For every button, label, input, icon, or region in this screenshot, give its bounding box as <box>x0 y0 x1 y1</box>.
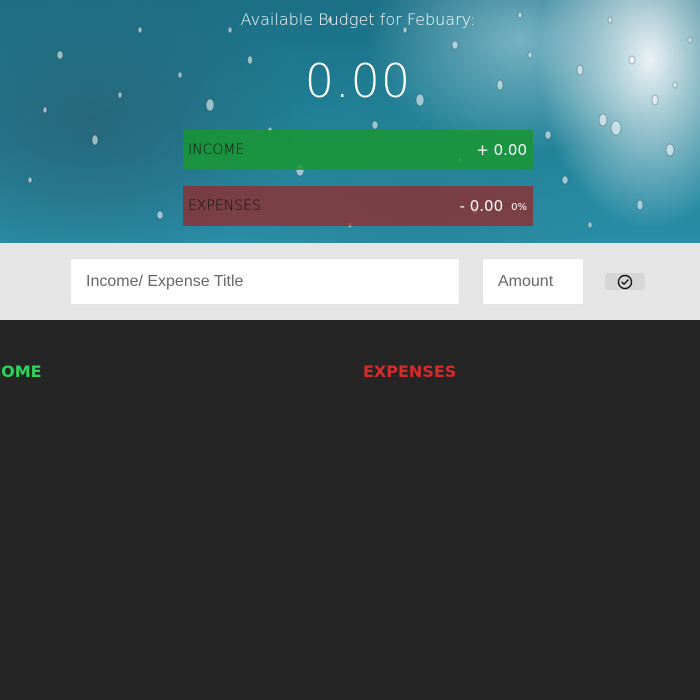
amount-input[interactable] <box>482 258 584 305</box>
title-input[interactable] <box>70 258 460 305</box>
income-summary: Income + 0.00 <box>183 130 533 170</box>
check-circle-icon <box>617 274 633 289</box>
expenses-summary-label: Expenses <box>188 198 261 214</box>
expenses-summary: Expenses - 0.00 0% <box>183 186 533 226</box>
add-item-bar <box>0 243 700 320</box>
add-item-button[interactable] <box>605 273 645 290</box>
income-summary-value: + 0.00 <box>476 141 527 159</box>
expenses-list-heading: Expenses <box>363 362 457 381</box>
income-summary-label: Income <box>188 142 245 158</box>
transaction-lists: Income Expenses <box>0 320 700 700</box>
budget-header: Available Budget for Febuary: 0.00 Incom… <box>0 0 700 243</box>
expenses-summary-value: - 0.00 <box>459 197 504 215</box>
income-list-heading: Income <box>0 362 42 381</box>
budget-title: Available Budget for Febuary: <box>240 10 476 29</box>
expenses-percentage-badge: 0% <box>511 202 527 213</box>
budget-value: 0.00 <box>304 54 412 108</box>
